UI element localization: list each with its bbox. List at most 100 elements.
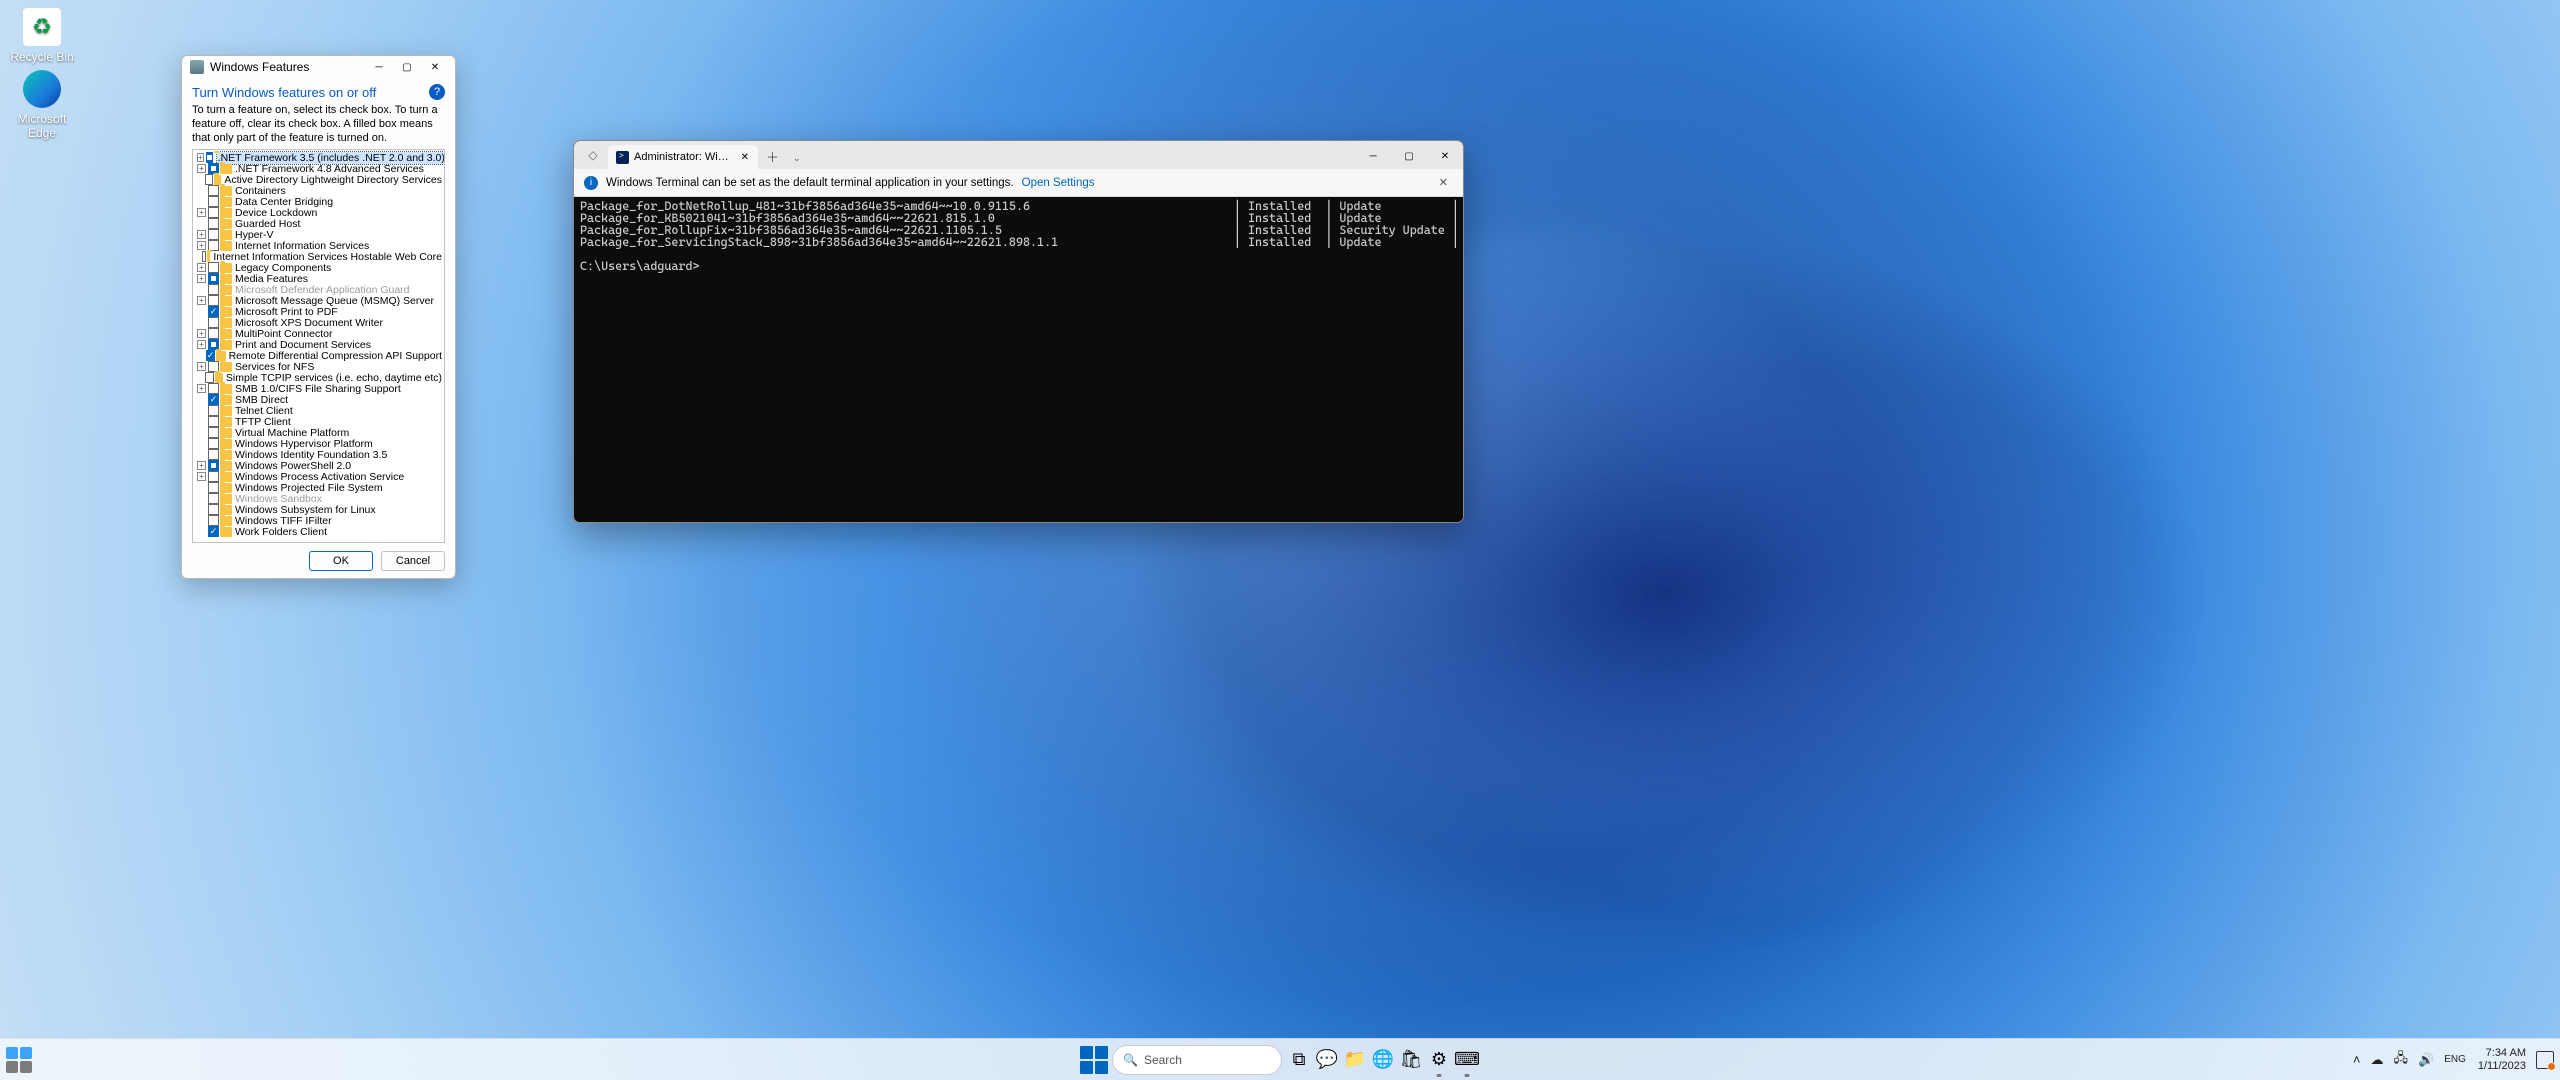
expander-icon[interactable]: + [197, 263, 206, 272]
close-button[interactable]: ✕ [421, 56, 449, 78]
feature-row[interactable]: Windows Hypervisor Platform [195, 438, 442, 449]
feature-checkbox[interactable] [208, 207, 219, 218]
desktop-icon-edge[interactable]: Microsoft Edge [4, 68, 80, 140]
feature-checkbox[interactable]: ✓ [208, 526, 219, 537]
onedrive-icon[interactable]: ☁ [2367, 1052, 2388, 1068]
feature-row[interactable]: +MultiPoint Connector [195, 328, 442, 339]
feature-row[interactable]: +.NET Framework 3.5 (includes .NET 2.0 a… [195, 152, 442, 163]
feature-checkbox[interactable] [208, 196, 219, 207]
feature-checkbox[interactable] [208, 317, 219, 328]
expander-icon[interactable]: + [197, 164, 206, 173]
taskbar-app-store[interactable]: 🛍 [1398, 1041, 1424, 1079]
feature-checkbox[interactable] [208, 482, 219, 493]
feature-row[interactable]: ✓SMB Direct [195, 394, 442, 405]
titlebar[interactable]: ◇ Administrator: Windows Pow… ✕ ＋ ⌄ ─ ▢ … [574, 141, 1463, 169]
desktop-icon-recycle-bin[interactable]: Recycle Bin [4, 6, 80, 64]
feature-row[interactable]: +SMB 1.0/CIFS File Sharing Support [195, 383, 442, 394]
tab-powershell[interactable]: Administrator: Windows Pow… ✕ [608, 145, 758, 169]
feature-row[interactable]: +Microsoft Message Queue (MSMQ) Server [195, 295, 442, 306]
feature-row[interactable]: Windows Sandbox [195, 493, 442, 504]
taskbar-app-file-explorer[interactable]: 📁 [1342, 1041, 1368, 1079]
feature-checkbox[interactable] [208, 416, 219, 427]
feature-row[interactable]: +Print and Document Services [195, 339, 442, 350]
feature-checkbox[interactable] [208, 284, 219, 295]
feature-checkbox[interactable] [208, 504, 219, 515]
feature-checkbox[interactable] [208, 229, 219, 240]
titlebar[interactable]: Windows Features ─ ▢ ✕ [182, 56, 455, 78]
expander-icon[interactable]: + [197, 274, 206, 283]
feature-checkbox[interactable]: ✓ [208, 394, 219, 405]
expander-icon[interactable]: + [197, 241, 206, 250]
expander-icon[interactable]: + [197, 329, 206, 338]
infobar-close-icon[interactable]: ✕ [1434, 174, 1453, 191]
expander-icon[interactable]: + [197, 340, 206, 349]
terminal-output[interactable]: Package_for_DotNetRollup_481~31bf3856ad3… [574, 197, 1463, 522]
feature-row[interactable]: Containers [195, 185, 442, 196]
cancel-button[interactable]: Cancel [381, 551, 445, 571]
feature-row[interactable]: ✓Work Folders Client [195, 526, 442, 537]
feature-row[interactable]: Microsoft Defender Application Guard [195, 284, 442, 295]
feature-row[interactable]: +.NET Framework 4.8 Advanced Services [195, 163, 442, 174]
feature-checkbox[interactable] [208, 438, 219, 449]
taskbar-app-chat[interactable]: 💬 [1314, 1041, 1340, 1079]
taskbar-app-windows-features[interactable]: ⚙ [1426, 1041, 1452, 1079]
feature-row[interactable]: +Media Features [195, 273, 442, 284]
search-box[interactable]: 🔍 Search [1112, 1045, 1282, 1075]
feature-row[interactable]: Windows Identity Foundation 3.5 [195, 449, 442, 460]
feature-checkbox[interactable] [208, 328, 219, 339]
help-icon[interactable]: ? [429, 84, 445, 100]
ok-button[interactable]: OK [309, 551, 373, 571]
feature-row[interactable]: Internet Information Services Hostable W… [195, 251, 442, 262]
feature-row[interactable]: Guarded Host [195, 218, 442, 229]
close-button[interactable]: ✕ [1427, 143, 1463, 169]
feature-checkbox[interactable] [208, 471, 219, 482]
feature-row[interactable]: Active Directory Lightweight Directory S… [195, 174, 442, 185]
feature-checkbox[interactable] [208, 295, 219, 306]
feature-row[interactable]: ✓Remote Differential Compression API Sup… [195, 350, 442, 361]
tab-close-icon[interactable]: ✕ [738, 151, 752, 164]
features-tree[interactable]: +.NET Framework 3.5 (includes .NET 2.0 a… [192, 149, 445, 543]
taskbar-app-terminal[interactable]: ⌨ [1454, 1041, 1480, 1079]
feature-checkbox[interactable] [208, 449, 219, 460]
open-settings-link[interactable]: Open Settings [1022, 177, 1095, 189]
expander-icon[interactable]: + [197, 384, 206, 393]
feature-checkbox[interactable] [208, 515, 219, 526]
widgets-button[interactable] [6, 1047, 32, 1073]
feature-row[interactable]: Telnet Client [195, 405, 442, 416]
feature-checkbox[interactable]: ✓ [208, 306, 219, 317]
expander-icon[interactable]: + [197, 230, 206, 239]
feature-checkbox[interactable]: ✓ [206, 350, 216, 361]
feature-row[interactable]: Windows Projected File System [195, 482, 442, 493]
feature-checkbox[interactable] [208, 460, 219, 471]
maximize-button[interactable]: ▢ [1391, 143, 1427, 169]
expander-icon[interactable]: + [197, 153, 204, 162]
tray-clock[interactable]: 7:34 AM 1/11/2023 [2472, 1047, 2532, 1071]
minimize-button[interactable]: ─ [1355, 143, 1391, 169]
feature-checkbox[interactable] [208, 218, 219, 229]
feature-row[interactable]: +Services for NFS [195, 361, 442, 372]
feature-row[interactable]: Windows TIFF IFilter [195, 515, 442, 526]
feature-row[interactable]: Data Center Bridging [195, 196, 442, 207]
tray-overflow-icon[interactable]: ˄ [2349, 1052, 2365, 1067]
feature-row[interactable]: +Windows PowerShell 2.0 [195, 460, 442, 471]
language-icon[interactable]: ENG [2440, 1054, 2470, 1065]
expander-icon[interactable]: + [197, 296, 206, 305]
network-icon[interactable]: 🖧 [2390, 1049, 2413, 1071]
feature-row[interactable]: +Windows Process Activation Service [195, 471, 442, 482]
taskbar-app-edge[interactable]: 🌐 [1370, 1041, 1396, 1079]
feature-row[interactable]: +Internet Information Services [195, 240, 442, 251]
feature-row[interactable]: +Legacy Components [195, 262, 442, 273]
feature-row[interactable]: Virtual Machine Platform [195, 427, 442, 438]
feature-checkbox[interactable] [208, 185, 219, 196]
feature-row[interactable]: Windows Subsystem for Linux [195, 504, 442, 515]
minimize-button[interactable]: ─ [365, 56, 393, 78]
feature-checkbox[interactable] [202, 251, 207, 262]
expander-icon[interactable]: + [197, 472, 206, 481]
expander-icon[interactable]: + [197, 362, 206, 371]
new-tab-button[interactable]: ＋ [758, 147, 787, 166]
feature-row[interactable]: Microsoft XPS Document Writer [195, 317, 442, 328]
notifications-button[interactable] [2536, 1051, 2554, 1069]
feature-checkbox[interactable] [208, 383, 219, 394]
feature-checkbox[interactable] [206, 152, 213, 163]
expander-icon[interactable]: + [197, 461, 206, 470]
